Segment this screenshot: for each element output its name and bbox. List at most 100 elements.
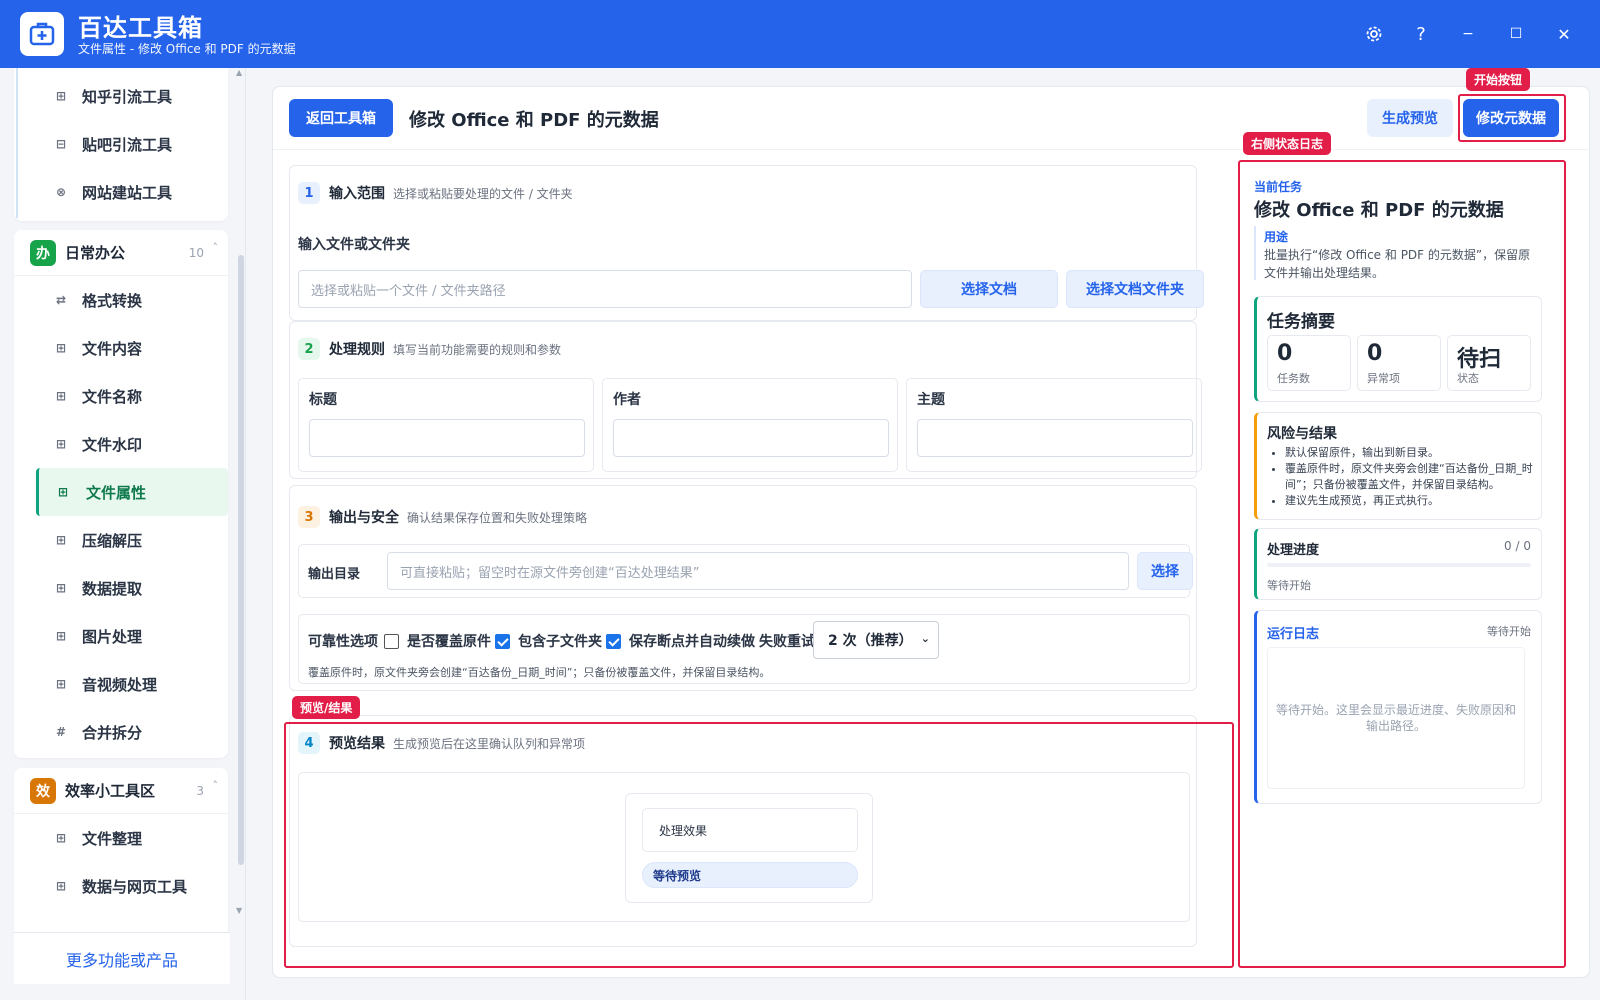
include-subfolders-checkbox[interactable] [495, 633, 510, 649]
toolbox-logo-icon [20, 12, 64, 56]
reliability-label: 可靠性选项 [308, 634, 378, 650]
sidebar-item-tool[interactable]: # 合并拆分 [14, 708, 228, 756]
stat-label: 异常项 [1367, 372, 1400, 385]
preview-card: 处理效果 等待预览 [625, 793, 873, 903]
efficiency-badge-icon: 效 [30, 777, 56, 804]
risk-item: 覆盖原件时，原文件夹旁会创建“百达备份_日期_时间”；只备份被覆盖文件，并保留目… [1285, 461, 1537, 493]
sidebar-item-tool[interactable]: ⇄ 格式转换 [14, 276, 228, 324]
overwrite-checkbox[interactable] [384, 633, 399, 649]
section-number: 4 [298, 732, 320, 754]
tool-grid-icon: ⊞ [55, 341, 67, 355]
close-icon[interactable]: ✕ [1550, 20, 1578, 48]
sidebar-item-website[interactable]: ⊗ 网站建站工具 [14, 168, 228, 216]
header-divider [273, 149, 1589, 150]
tool-grid-icon: ⊞ [57, 485, 69, 499]
sidebar-item-tool[interactable]: ⊞ 文件整理 [14, 814, 228, 862]
select-output-dir-button[interactable]: 选择 [1137, 552, 1193, 590]
stat-task-count: 0 任务数 [1267, 335, 1351, 391]
sidebar-item-label: 压缩解压 [82, 531, 143, 550]
sidebar-item-active[interactable]: ⊞ 文件属性 [36, 468, 228, 516]
subject-input[interactable] [917, 419, 1193, 457]
tool-icon: ⊞ [55, 89, 67, 103]
modify-metadata-button[interactable]: 修改元数据 [1463, 99, 1559, 137]
sidebar-group-traffic: ⊞ 知乎引流工具 ⊟ 贴吧引流工具 ⊗ 网站建站工具 [14, 68, 228, 221]
office-badge-icon: 办 [30, 239, 56, 266]
log-content: 等待开始。这里会显示最近进度、失败原因和输出路径。 [1267, 647, 1525, 789]
app-subtitle: 文件属性 - 修改 Office 和 PDF 的元数据 [78, 42, 296, 56]
risk-title: 风险与结果 [1267, 426, 1337, 442]
progress-bar [1267, 563, 1531, 567]
subject-field-card: 主题 [906, 378, 1202, 472]
chevron-up-icon[interactable]: ˄ [213, 241, 219, 254]
select-folder-button[interactable]: 选择文档文件夹 [1066, 270, 1204, 308]
summary-title: 任务摘要 [1267, 312, 1335, 332]
section-input: 1 输入范围 选择或粘贴要处理的文件 / 文件夹 输入文件或文件夹 选择或粘贴一… [289, 165, 1204, 321]
sidebar-item-tool[interactable]: ⊞ 压缩解压 [14, 516, 228, 564]
sidebar-item-label: 文件名称 [82, 387, 143, 406]
tool-grid-icon: ⊞ [55, 831, 67, 845]
select-document-button[interactable]: 选择文档 [920, 270, 1058, 308]
title-field-card: 标题 [298, 378, 594, 472]
right-log-annotation-tag: 右侧状态日志 [1243, 132, 1332, 155]
sidebar-item-label: 文件属性 [86, 483, 147, 502]
stat-value: 待扫 [1457, 347, 1502, 372]
group-header-office[interactable]: 办 日常办公 10 ˄ [14, 230, 228, 276]
section-rules: 2 处理规则 填写当前功能需要的规则和参数 标题 作者 主题 [289, 321, 1202, 479]
section-header: 1 输入范围 选择或粘贴要处理的文件 / 文件夹 [298, 182, 573, 204]
stat-value: 0 [1367, 341, 1383, 366]
overwrite-label: 是否覆盖原件 [407, 634, 491, 650]
tool-grid-icon: # [55, 725, 67, 739]
back-to-toolbox-button[interactable]: 返回工具箱 [289, 99, 393, 137]
current-task-label: 当前任务 [1254, 180, 1303, 194]
tool-grid-icon: ⊞ [55, 581, 67, 595]
app-title: 百达工具箱 [78, 14, 203, 42]
retry-select[interactable]: 2 次（推荐） ⌄ [813, 621, 939, 659]
minimize-icon[interactable]: − [1454, 20, 1482, 48]
input-path-field[interactable]: 选择或粘贴一个文件 / 文件夹路径 [298, 270, 912, 308]
sidebar-item-label: 数据提取 [82, 579, 143, 598]
sidebar-item-label: 图片处理 [82, 627, 143, 646]
output-dir-input[interactable]: 可直接粘贴；留空时在源文件旁创建“百达处理结果” [387, 552, 1129, 590]
stat-error-count: 0 异常项 [1357, 335, 1441, 391]
sidebar-item-tool[interactable]: ⊞ 图片处理 [14, 612, 228, 660]
maximize-icon[interactable]: ☐ [1502, 20, 1530, 48]
progress-card: 处理进度 0 / 0 等待开始 [1254, 528, 1542, 600]
group-title: 效率小工具区 [65, 782, 156, 800]
resume-checkbox[interactable] [606, 633, 621, 649]
help-icon[interactable]: ? [1407, 20, 1435, 48]
subject-field-label: 主题 [917, 392, 945, 408]
scroll-down-icon[interactable]: ▼ [236, 906, 242, 915]
title-input[interactable] [309, 419, 585, 457]
sidebar-item-tool[interactable]: ⊞ 音视频处理 [14, 660, 228, 708]
include-subfolders-label: 包含子文件夹 [518, 634, 602, 650]
sidebar-item-tool[interactable]: ⊞ 文件内容 [14, 324, 228, 372]
output-dir-label: 输出目录 [308, 567, 361, 582]
group-header-efficiency[interactable]: 效 效率小工具区 3 ˄ [14, 768, 228, 814]
author-input[interactable] [613, 419, 889, 457]
sidebar-item-tool[interactable]: ⊞ 文件水印 [14, 420, 228, 468]
generate-preview-button[interactable]: 生成预览 [1367, 99, 1453, 137]
sidebar-item-tool[interactable]: ⊞ 文件名称 [14, 372, 228, 420]
sidebar-group-office: 办 日常办公 10 ˄ ⇄ 格式转换 ⊞ 文件内容 ⊞ 文件名称 ⊞ 文件水印 ⊞ 文件属性 ⊞ 压缩… [14, 230, 228, 758]
output-dir-row: 输出目录 可直接粘贴；留空时在源文件旁创建“百达处理结果” 选择 [298, 544, 1193, 598]
sidebar-scrollbar[interactable] [238, 255, 244, 865]
preview-annotation-tag: 预览/结果 [292, 696, 361, 719]
sidebar-item-label: 文件水印 [82, 435, 143, 454]
chevron-up-icon[interactable]: ˄ [213, 779, 219, 792]
sidebar-item-zhihu[interactable]: ⊞ 知乎引流工具 [14, 72, 228, 120]
usage-label: 用途 [1264, 230, 1289, 244]
section-number: 2 [298, 338, 320, 360]
scroll-up-icon[interactable]: ▲ [236, 68, 242, 77]
sidebar-item-label: 文件内容 [82, 339, 143, 358]
more-products-link[interactable]: 更多功能或产品 [14, 932, 230, 984]
page-title: 修改 Office 和 PDF 的元数据 [409, 110, 659, 131]
log-title: 运行日志 [1267, 627, 1320, 642]
tool-grid-icon: ⊞ [55, 677, 67, 691]
sidebar-item-tieba[interactable]: ⊟ 贴吧引流工具 [14, 120, 228, 168]
settings-gear-icon[interactable] [1360, 20, 1388, 48]
sidebar-item-tool[interactable]: ⊞ 数据提取 [14, 564, 228, 612]
right-status-panel: 当前任务 修改 Office 和 PDF 的元数据 用途 批量执行“修改 Off… [1238, 164, 1562, 964]
sidebar-item-label: 音视频处理 [82, 675, 158, 694]
sidebar-item-tool[interactable]: ⊞ 数据与网页工具 [14, 862, 228, 910]
usage-rail [1254, 226, 1256, 280]
